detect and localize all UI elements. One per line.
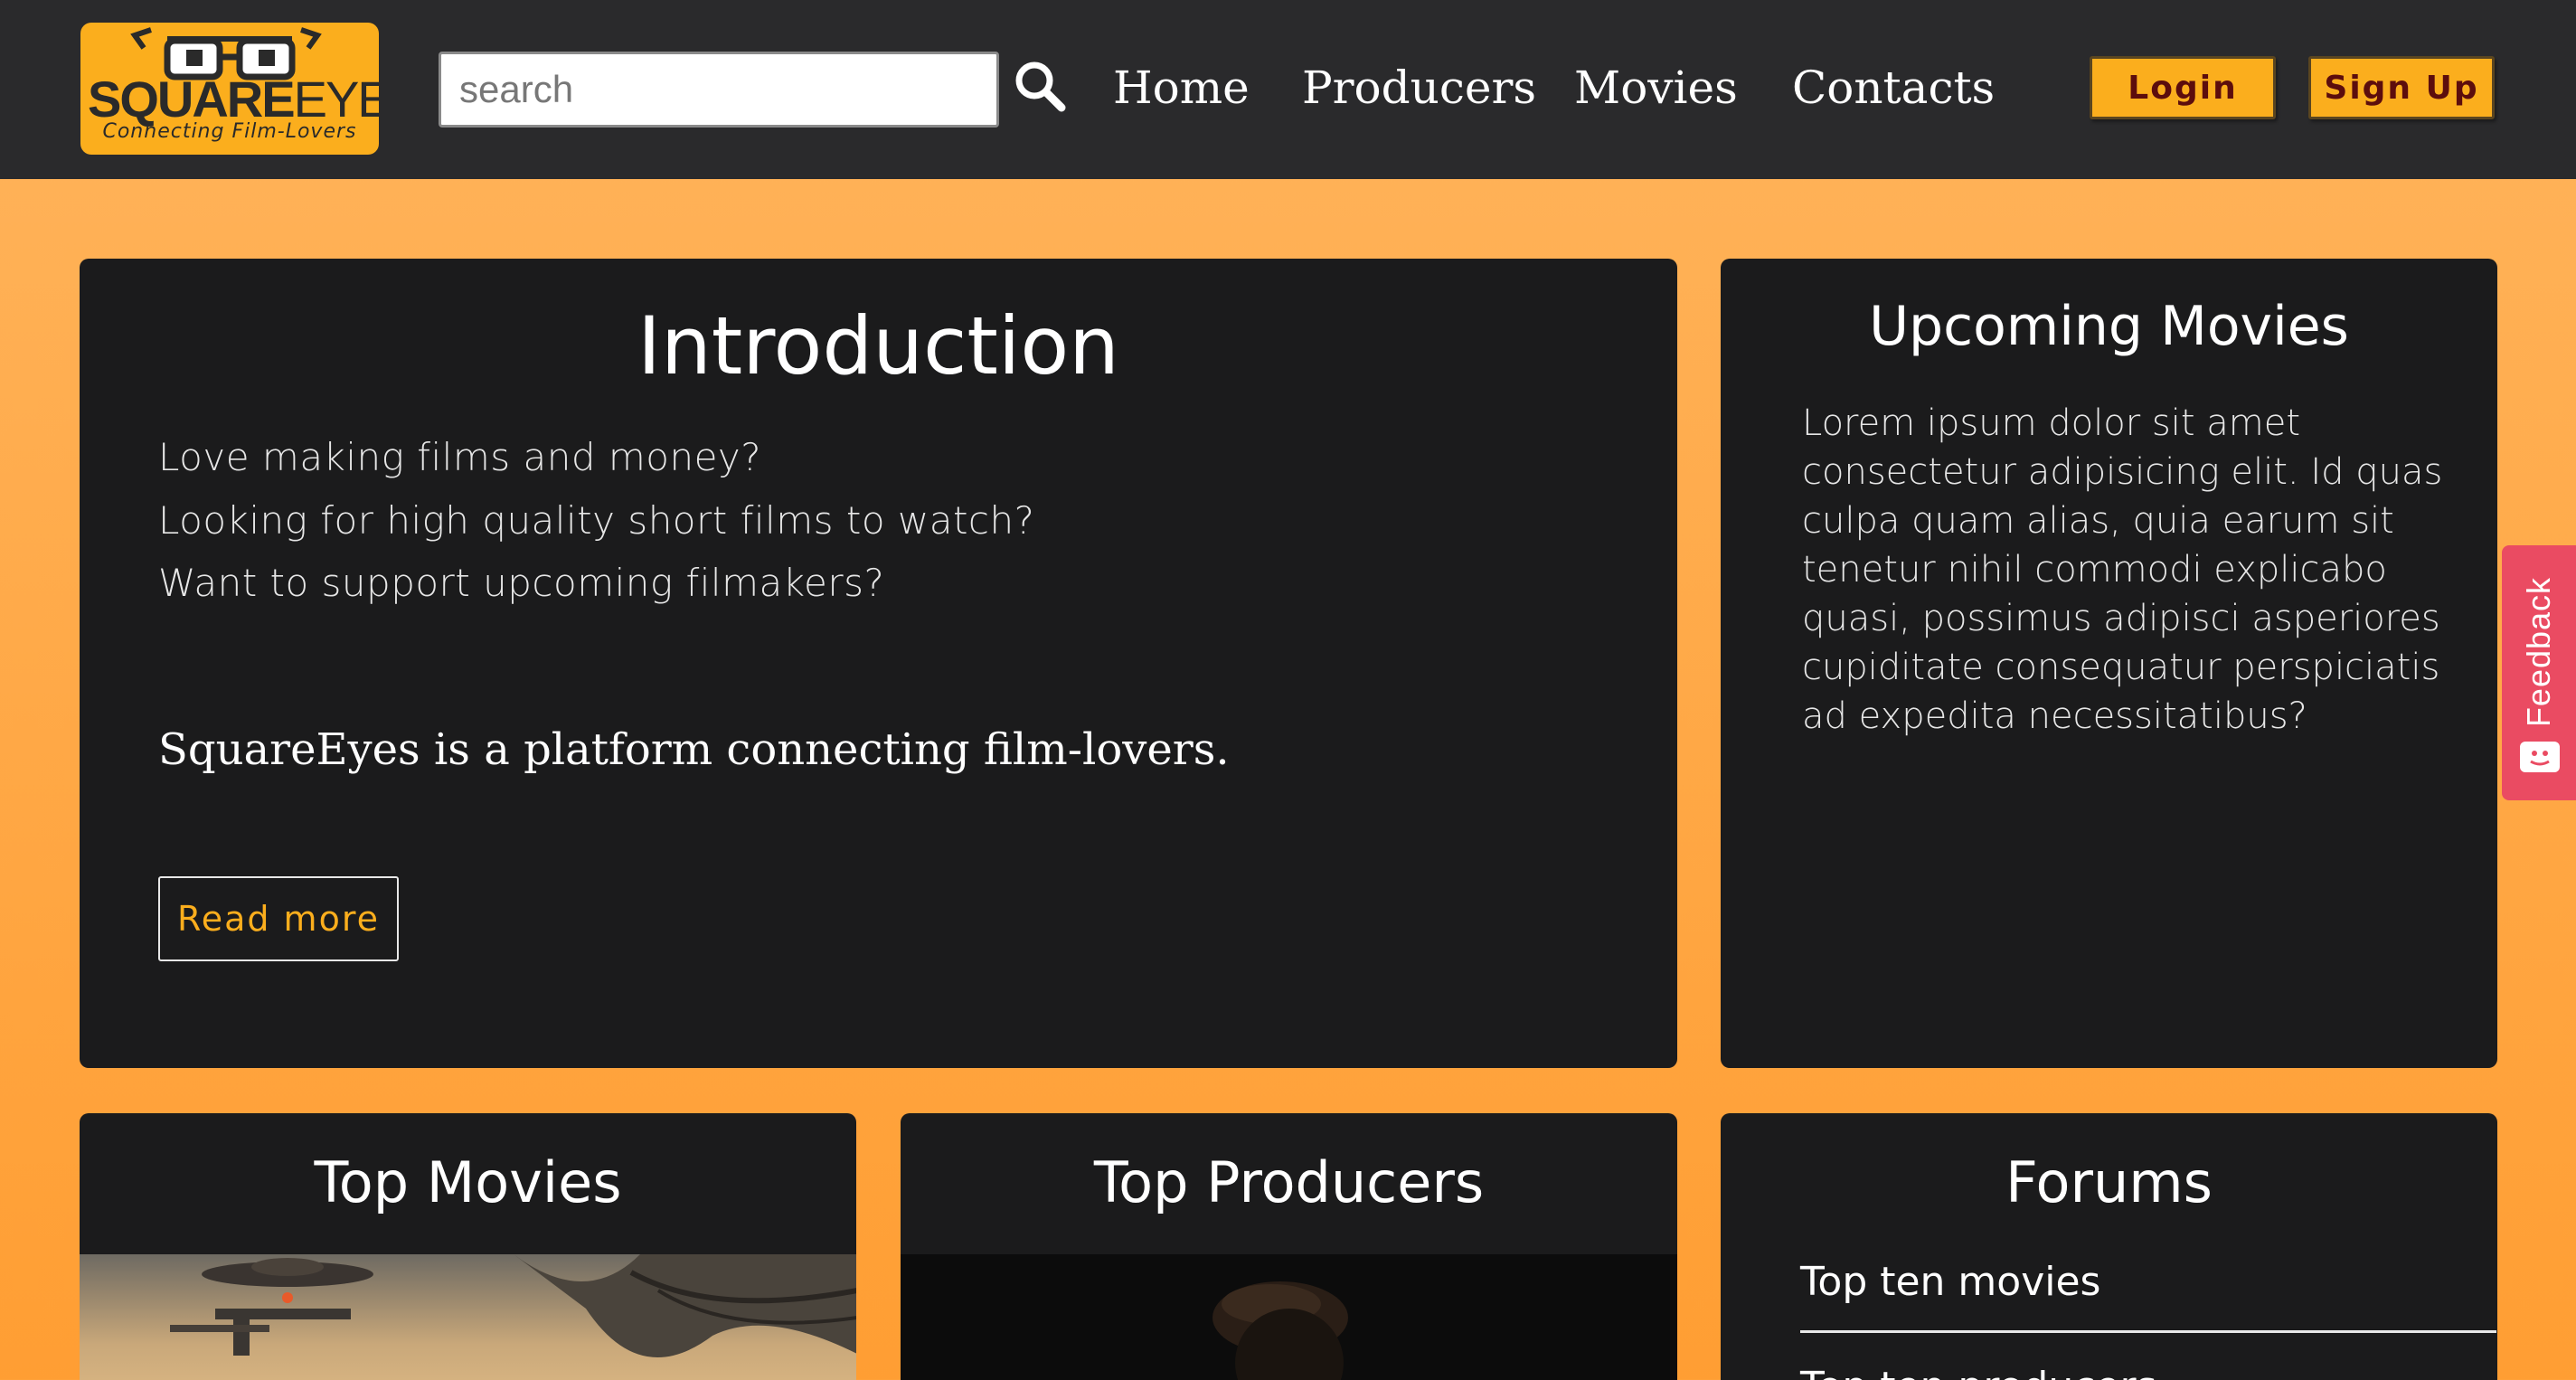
chat-icon (2520, 742, 2560, 772)
top-producers-card: Top Producers (901, 1113, 1677, 1380)
search-button[interactable] (1013, 59, 1067, 113)
site-logo[interactable]: SQUAREEYES Connecting Film-Lovers (80, 23, 379, 155)
logo-tagline: Connecting Film-Lovers (102, 120, 357, 143)
site-header: SQUAREEYES Connecting Film-Lovers Home P… (0, 0, 2576, 179)
feedback-tab[interactable]: Feedback (2502, 545, 2576, 800)
intro-line: Love making films and money? (158, 435, 762, 479)
top-movies-title: Top Movies (314, 1149, 622, 1215)
intro-line: Want to support upcoming filmakers? (158, 561, 885, 605)
forums-card: Forums Top ten movies Top ten producers (1721, 1113, 2497, 1380)
nav-contacts[interactable]: Contacts (1792, 56, 1995, 119)
introduction-title: Introduction (637, 299, 1119, 392)
read-more-button[interactable]: Read more (158, 876, 399, 961)
top-movie-image[interactable] (80, 1254, 856, 1380)
feedback-label: Feedback (2520, 576, 2557, 728)
top-producer-image[interactable] (901, 1254, 1677, 1380)
forums-title: Forums (2005, 1149, 2213, 1215)
nav-producers[interactable]: Producers (1302, 56, 1536, 119)
login-button[interactable]: Login (2090, 56, 2276, 119)
platform-tagline: SquareEyes is a platform connecting film… (158, 724, 1230, 775)
upcoming-movies-title: Upcoming Movies (1869, 295, 2349, 358)
nav-home[interactable]: Home (1113, 56, 1250, 119)
upcoming-movies-card: Upcoming Movies Lorem ipsum dolor sit am… (1721, 259, 2497, 1068)
introduction-card: Introduction Love making films and money… (80, 259, 1677, 1068)
logo-word-eyes: EYES (293, 71, 379, 128)
forum-divider (1800, 1330, 2496, 1333)
forum-item-top-ten-movies[interactable]: Top ten movies (1800, 1242, 2496, 1323)
logo-word-square: SQUARE (88, 71, 296, 128)
logo-wordmark: SQUAREEYES (88, 71, 379, 128)
forum-item-top-ten-producers[interactable]: Top ten producers (1800, 1347, 2496, 1380)
top-producers-title: Top Producers (1093, 1149, 1485, 1215)
nav-movies[interactable]: Movies (1574, 56, 1738, 119)
upcoming-movies-text: Lorem ipsum dolor sit amet consectetur a… (1802, 402, 2443, 737)
search-icon (1015, 61, 1066, 112)
search-input[interactable] (439, 52, 999, 128)
top-movies-card: Top Movies (80, 1113, 856, 1380)
signup-button[interactable]: Sign Up (2308, 56, 2495, 119)
intro-line: Looking for high quality short films to … (158, 498, 1035, 543)
